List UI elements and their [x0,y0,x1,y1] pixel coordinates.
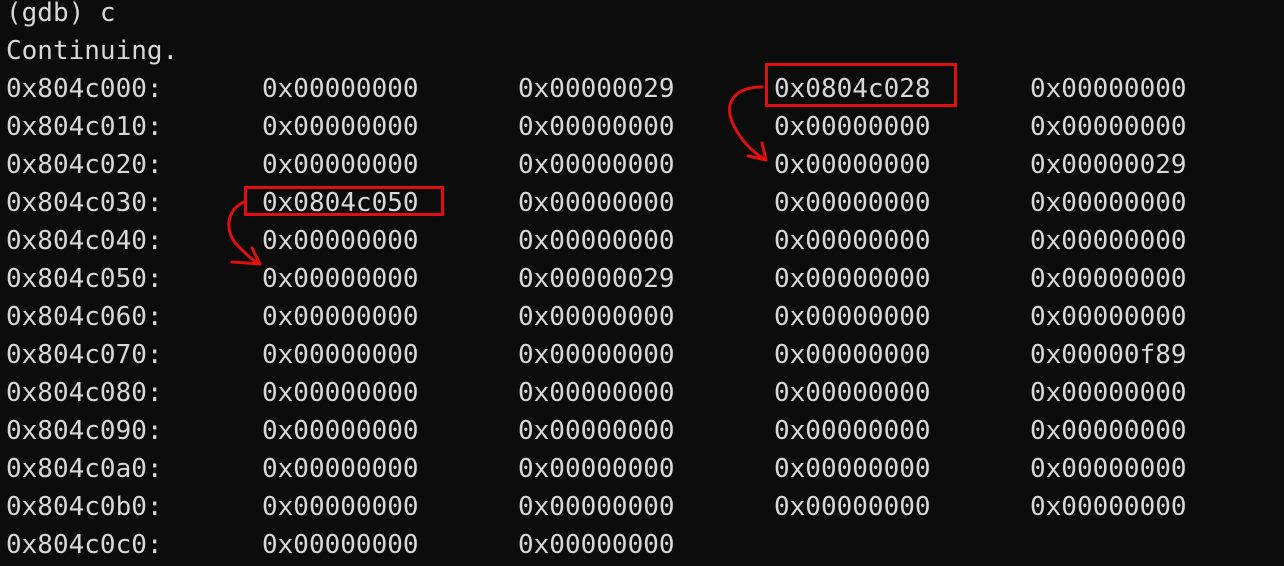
memory-word: 0x00000000 [1030,454,1187,484]
memory-word: 0x00000000 [262,226,419,256]
memory-word: 0x00000000 [774,150,931,180]
memory-word: 0x00000000 [774,264,931,294]
highlight-box [244,186,444,216]
memory-row: 0x804c030: 0x0804c050 0x00000000 0x00000… [0,184,1284,222]
memory-word: 0x00000000 [518,340,675,370]
memory-row: 0x804c0a0: 0x00000000 0x00000000 0x00000… [0,450,1284,488]
row-address: 0x804c060: [6,302,163,332]
row-address: 0x804c0b0: [6,492,163,522]
memory-word: 0x00000000 [1030,188,1187,218]
memory-row: 0x804c050: 0x00000000 0x00000029 0x00000… [0,260,1284,298]
row-address: 0x804c010: [6,112,163,142]
memory-word: 0x00000000 [774,302,931,332]
memory-word: 0x00000000 [518,378,675,408]
memory-word: 0x00000000 [774,188,931,218]
terminal-window[interactable]: (gdb) c Continuing. 0x804c000: 0x0000000… [0,0,1284,566]
memory-word: 0x00000000 [774,226,931,256]
memory-word: 0x00000000 [1030,112,1187,142]
memory-word: 0x00000000 [1030,492,1187,522]
memory-row: 0x804c070: 0x00000000 0x00000000 0x00000… [0,336,1284,374]
memory-row: 0x804c0b0: 0x00000000 0x00000000 0x00000… [0,488,1284,526]
memory-row: 0x804c020: 0x00000000 0x00000000 0x00000… [0,146,1284,184]
memory-row: 0x804c010: 0x00000000 0x00000000 0x00000… [0,108,1284,146]
memory-word: 0x00000029 [518,74,675,104]
memory-word: 0x00000f89 [1030,340,1187,370]
memory-word: 0x00000000 [518,302,675,332]
memory-word: 0x00000000 [518,226,675,256]
memory-word: 0x00000000 [1030,74,1187,104]
memory-word: 0x00000000 [262,530,419,560]
memory-word: 0x00000029 [518,264,675,294]
memory-word: 0x00000000 [262,492,419,522]
memory-row: 0x804c0c0: 0x00000000 0x00000000 [0,526,1284,564]
memory-row: 0x804c060: 0x00000000 0x00000000 0x00000… [0,298,1284,336]
memory-word: 0x00000000 [262,150,419,180]
memory-word: 0x00000000 [774,378,931,408]
memory-word: 0x00000000 [1030,226,1187,256]
memory-word: 0x00000000 [262,454,419,484]
row-address: 0x804c000: [6,74,163,104]
memory-word: 0x00000000 [518,112,675,142]
memory-row: 0x804c090: 0x00000000 0x00000000 0x00000… [0,412,1284,450]
memory-word: 0x00000029 [1030,150,1187,180]
highlight-box [765,63,957,107]
memory-word: 0x00000000 [774,416,931,446]
memory-word: 0x00000000 [262,264,419,294]
memory-word: 0x00000000 [774,492,931,522]
row-address: 0x804c040: [6,226,163,256]
memory-word: 0x00000000 [262,378,419,408]
memory-row: 0x804c040: 0x00000000 0x00000000 0x00000… [0,222,1284,260]
memory-word: 0x00000000 [1030,378,1187,408]
row-address: 0x804c030: [6,188,163,218]
row-address: 0x804c0c0: [6,530,163,560]
memory-word: 0x00000000 [518,454,675,484]
row-address: 0x804c070: [6,340,163,370]
memory-word: 0x00000000 [774,112,931,142]
gdb-status-line: Continuing. [6,36,179,66]
memory-word: 0x00000000 [518,150,675,180]
memory-word: 0x00000000 [774,454,931,484]
row-address: 0x804c080: [6,378,163,408]
memory-word: 0x00000000 [262,112,419,142]
gdb-command-line: (gdb) c [6,0,116,28]
memory-word: 0x00000000 [774,340,931,370]
row-address: 0x804c020: [6,150,163,180]
memory-word: 0x00000000 [1030,302,1187,332]
memory-word: 0x00000000 [1030,416,1187,446]
memory-word: 0x00000000 [518,416,675,446]
memory-word: 0x00000000 [262,74,419,104]
memory-row: 0x804c080: 0x00000000 0x00000000 0x00000… [0,374,1284,412]
memory-word: 0x00000000 [262,302,419,332]
memory-word: 0x00000000 [262,416,419,446]
row-address: 0x804c0a0: [6,454,163,484]
memory-word: 0x00000000 [518,188,675,218]
row-address: 0x804c090: [6,416,163,446]
memory-word: 0x00000000 [1030,264,1187,294]
memory-word: 0x00000000 [518,492,675,522]
memory-word: 0x00000000 [518,530,675,560]
memory-word: 0x00000000 [262,340,419,370]
memory-row: 0x804c000: 0x00000000 0x00000029 0x0804c… [0,70,1284,108]
row-address: 0x804c050: [6,264,163,294]
